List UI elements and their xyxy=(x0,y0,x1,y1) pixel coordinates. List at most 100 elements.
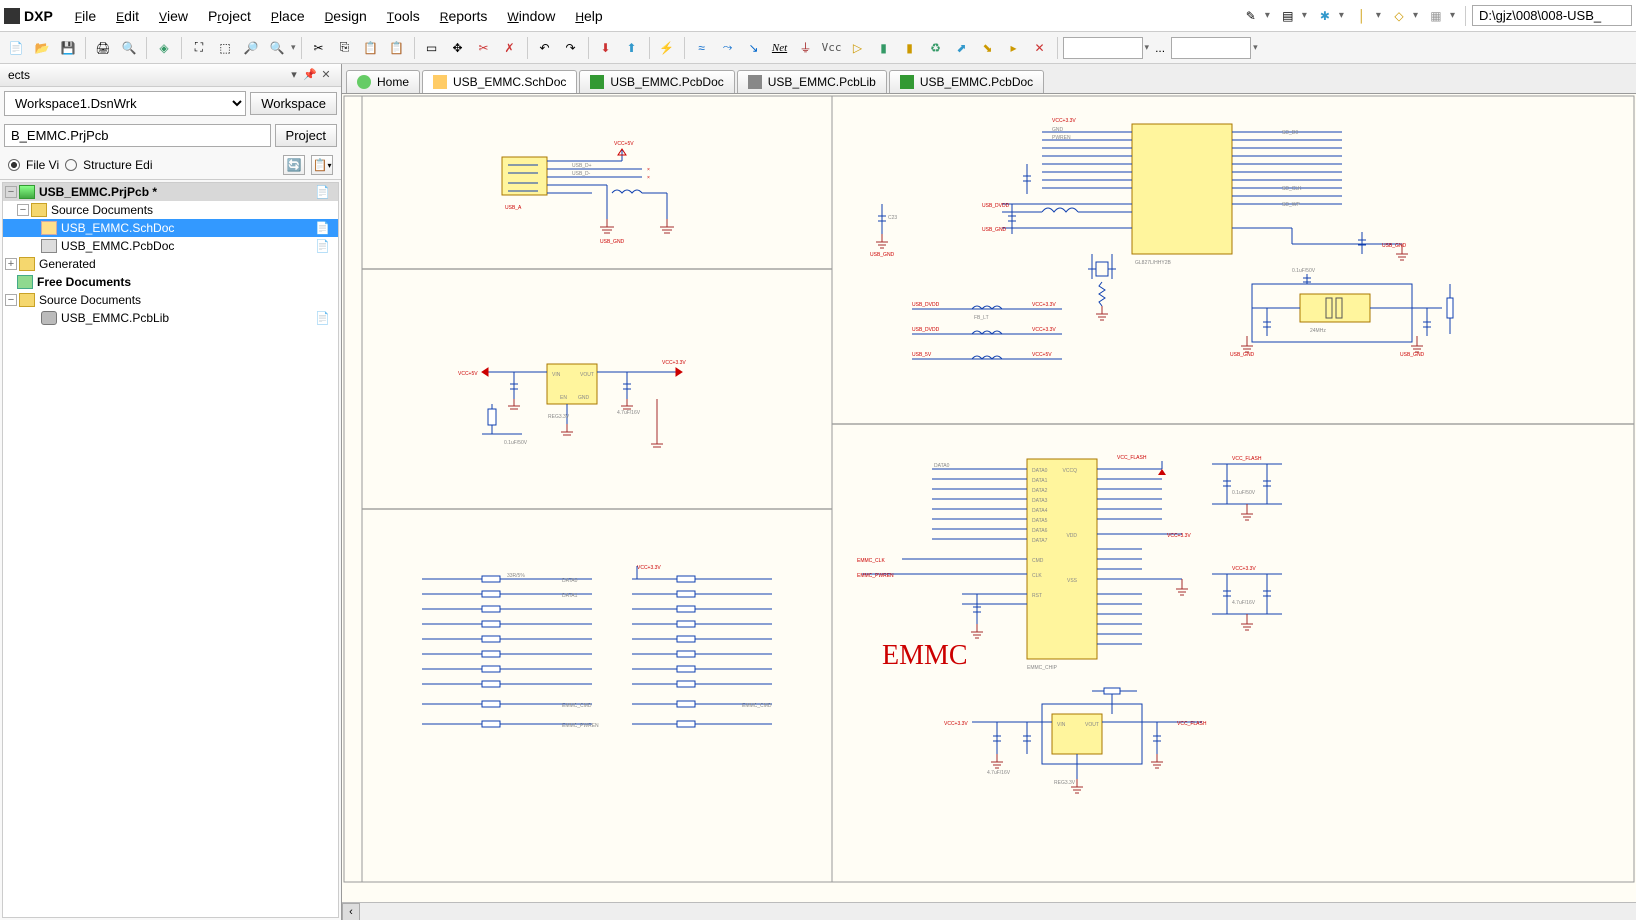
project-field[interactable] xyxy=(4,124,271,147)
svg-text:VCC+3.3V: VCC+3.3V xyxy=(1032,302,1056,308)
project-tree[interactable]: − USB_EMMC.PrjPcb * 📄 − Source Documents… xyxy=(2,182,339,918)
svg-text:24MHz: 24MHz xyxy=(1310,328,1326,334)
workspace-select[interactable]: Workspace1.DsnWrk xyxy=(4,91,246,116)
pin-icon[interactable]: │ xyxy=(1352,6,1372,26)
bus-entry-button[interactable]: ↘ xyxy=(742,36,766,60)
dxp-menu[interactable]: DXP xyxy=(24,8,53,24)
snap-icon[interactable]: ✱ xyxy=(1315,6,1335,26)
tree-free-docs[interactable]: Free Documents xyxy=(3,273,338,291)
align-icon[interactable]: ▤ xyxy=(1278,6,1298,26)
tab-schdoc[interactable]: USB_EMMC.SchDoc xyxy=(422,70,577,93)
hierarchy-down-button[interactable]: ⬆ xyxy=(620,36,644,60)
tree-source-docs-1[interactable]: − Source Documents xyxy=(3,201,338,219)
directive-button[interactable]: ▸ xyxy=(1002,36,1026,60)
menu-file[interactable]: File xyxy=(65,4,106,28)
grid-icon[interactable]: ▦ xyxy=(1426,6,1446,26)
menu-window[interactable]: Window xyxy=(497,4,565,28)
tree-source-docs-2[interactable]: −Source Documents xyxy=(3,291,338,309)
svg-text:EMMC_CMD: EMMC_CMD xyxy=(742,703,772,709)
zoom-sel-button[interactable]: 🔍 xyxy=(265,36,289,60)
menu-project[interactable]: Project xyxy=(198,4,261,28)
scroll-left-button[interactable]: ‹ xyxy=(342,903,360,920)
refresh-button[interactable]: 🔄 xyxy=(283,155,305,175)
menu-view[interactable]: View xyxy=(149,4,198,28)
open-button[interactable]: 📂 xyxy=(30,36,54,60)
menu-edit[interactable]: Edit xyxy=(106,4,149,28)
tree-pcblib[interactable]: USB_EMMC.PcbLib 📄 xyxy=(3,309,338,327)
jump-input-2[interactable] xyxy=(1171,37,1251,59)
harness-button[interactable]: ⬊ xyxy=(976,36,1000,60)
file-view-radio[interactable] xyxy=(8,159,20,171)
svg-text:USB_A: USB_A xyxy=(505,205,522,211)
redo-button[interactable]: ↷ xyxy=(559,36,583,60)
deselect-button[interactable]: ✂ xyxy=(472,36,496,60)
print-button[interactable]: 🖨 xyxy=(91,36,115,60)
ellipsis-label: ... xyxy=(1155,41,1165,55)
panel-dropdown-icon[interactable]: ▾ xyxy=(287,68,301,82)
sheet-entry-button[interactable]: ▮ xyxy=(898,36,922,60)
layers-button[interactable]: ◈ xyxy=(152,36,176,60)
sheet-symbol-button[interactable]: ▮ xyxy=(872,36,896,60)
wire-button[interactable]: ≈ xyxy=(690,36,714,60)
port-button[interactable]: ⬈ xyxy=(950,36,974,60)
net-label-button[interactable]: Net xyxy=(768,36,792,60)
cross-probe-button[interactable]: ⚡ xyxy=(655,36,679,60)
tab-pcbdoc-1[interactable]: USB_EMMC.PcbDoc xyxy=(579,70,734,93)
jump-input-1[interactable] xyxy=(1063,37,1143,59)
tree-options-button[interactable]: 📋▾ xyxy=(311,155,333,175)
tree-pcbdoc[interactable]: USB_EMMC.PcbDoc 📄 xyxy=(3,237,338,255)
copy-button[interactable]: ⎘ xyxy=(333,36,357,60)
svg-text:USB_D+: USB_D+ xyxy=(572,163,592,169)
undo-button[interactable]: ↶ xyxy=(533,36,557,60)
device-sheet-button[interactable]: ♻ xyxy=(924,36,948,60)
bus-button[interactable]: ⤳ xyxy=(716,36,740,60)
new-button[interactable]: 📄 xyxy=(4,36,28,60)
svg-text:USB_DVDD: USB_DVDD xyxy=(912,327,940,333)
menu-place[interactable]: Place xyxy=(261,4,315,28)
schematic-svg: × × VCC+5V USB_GND USB_A USB_D+ USB_D- xyxy=(342,94,1636,884)
panel-close-icon[interactable]: ✕ xyxy=(319,68,333,82)
svg-text:FB_LT: FB_LT xyxy=(974,315,989,321)
workspace-button[interactable]: Workspace xyxy=(250,92,337,115)
h-scrollbar[interactable]: ‹ xyxy=(342,902,1636,920)
cut-button[interactable]: ✂ xyxy=(307,36,331,60)
svg-text:USB_GND: USB_GND xyxy=(1382,243,1407,249)
svg-text:VOUT: VOUT xyxy=(1085,722,1099,728)
menu-reports[interactable]: Reports xyxy=(430,4,498,28)
tab-pcblib[interactable]: USB_EMMC.PcbLib xyxy=(737,70,887,93)
vcc-button[interactable]: Vcc xyxy=(820,36,844,60)
paste-button[interactable]: 📋 xyxy=(359,36,383,60)
menu-tools[interactable]: Tools xyxy=(377,4,430,28)
svg-text:SD_D0: SD_D0 xyxy=(1282,130,1298,136)
save-button[interactable]: 💾 xyxy=(56,36,80,60)
panel-pin-icon[interactable]: 📌 xyxy=(303,68,317,82)
tree-schdoc[interactable]: USB_EMMC.SchDoc 📄 xyxy=(3,219,338,237)
tree-project-root[interactable]: − USB_EMMC.PrjPcb * 📄 xyxy=(3,183,338,201)
hierarchy-up-button[interactable]: ⬇ xyxy=(594,36,618,60)
clear-button[interactable]: ✗ xyxy=(498,36,522,60)
zoom-area-button[interactable]: ⬚ xyxy=(213,36,237,60)
svg-text:EMMC_PWREN: EMMC_PWREN xyxy=(857,573,894,579)
select-rect-button[interactable]: ▭ xyxy=(420,36,444,60)
preview-button[interactable]: 🔍 xyxy=(117,36,141,60)
draw-mode-icon[interactable]: ✎ xyxy=(1241,6,1261,26)
tab-home[interactable]: Home xyxy=(346,70,420,93)
svg-text:DATA2: DATA2 xyxy=(1032,488,1048,494)
menu-design[interactable]: Design xyxy=(315,4,377,28)
paste-special-button[interactable]: 📋 xyxy=(385,36,409,60)
file-path-input[interactable] xyxy=(1472,5,1632,26)
svg-text:VCC+3.3V: VCC+3.3V xyxy=(662,360,686,366)
structure-radio[interactable] xyxy=(65,159,77,171)
gnd-button[interactable]: ⏚ xyxy=(794,36,818,60)
no-erc-button[interactable]: ✕ xyxy=(1028,36,1052,60)
project-button[interactable]: Project xyxy=(275,124,337,147)
schematic-canvas[interactable]: × × VCC+5V USB_GND USB_A USB_D+ USB_D- xyxy=(342,94,1636,920)
zoom-in-button[interactable]: 🔎 xyxy=(239,36,263,60)
tab-pcbdoc-2[interactable]: USB_EMMC.PcbDoc xyxy=(889,70,1044,93)
part-button[interactable]: ▷ xyxy=(846,36,870,60)
tree-generated[interactable]: +Generated xyxy=(3,255,338,273)
zoom-fit-button[interactable]: ⛶ xyxy=(187,36,211,60)
shape-icon[interactable]: ◇ xyxy=(1389,6,1409,26)
move-button[interactable]: ✥ xyxy=(446,36,470,60)
menu-help[interactable]: Help xyxy=(565,4,612,28)
